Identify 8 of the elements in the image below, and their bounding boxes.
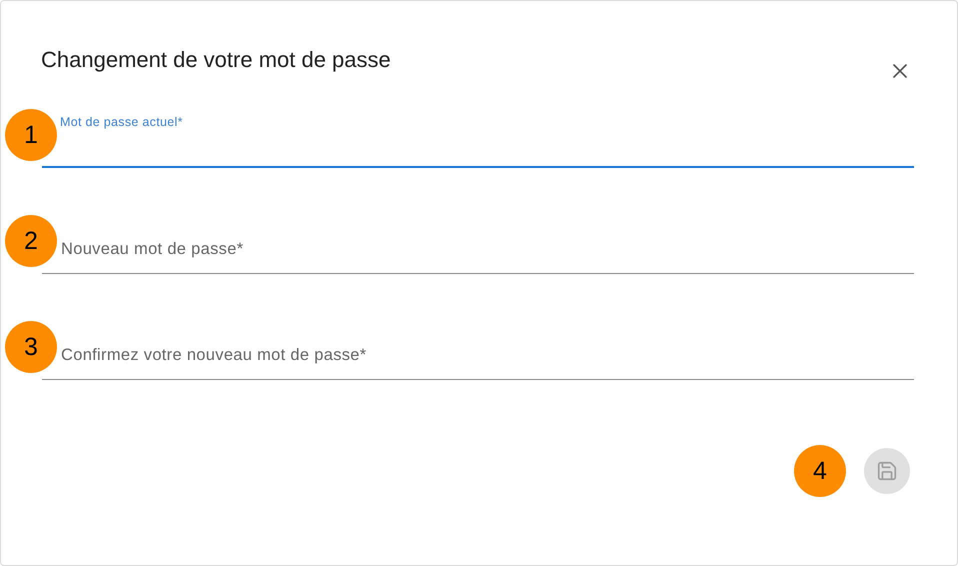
- number-badge: 4: [794, 445, 846, 497]
- number-badge: 3: [5, 321, 57, 373]
- dialog-title: Changement de votre mot de passe: [41, 46, 391, 74]
- number-badge: 1: [5, 109, 57, 161]
- password-field[interactable]: Nouveau mot de passe*: [42, 217, 914, 274]
- password-field[interactable]: Confirmez votre nouveau mot de passe*: [42, 323, 914, 380]
- password-field[interactable]: Mot de passe actuel*: [42, 111, 914, 168]
- number-badge: 2: [5, 215, 57, 267]
